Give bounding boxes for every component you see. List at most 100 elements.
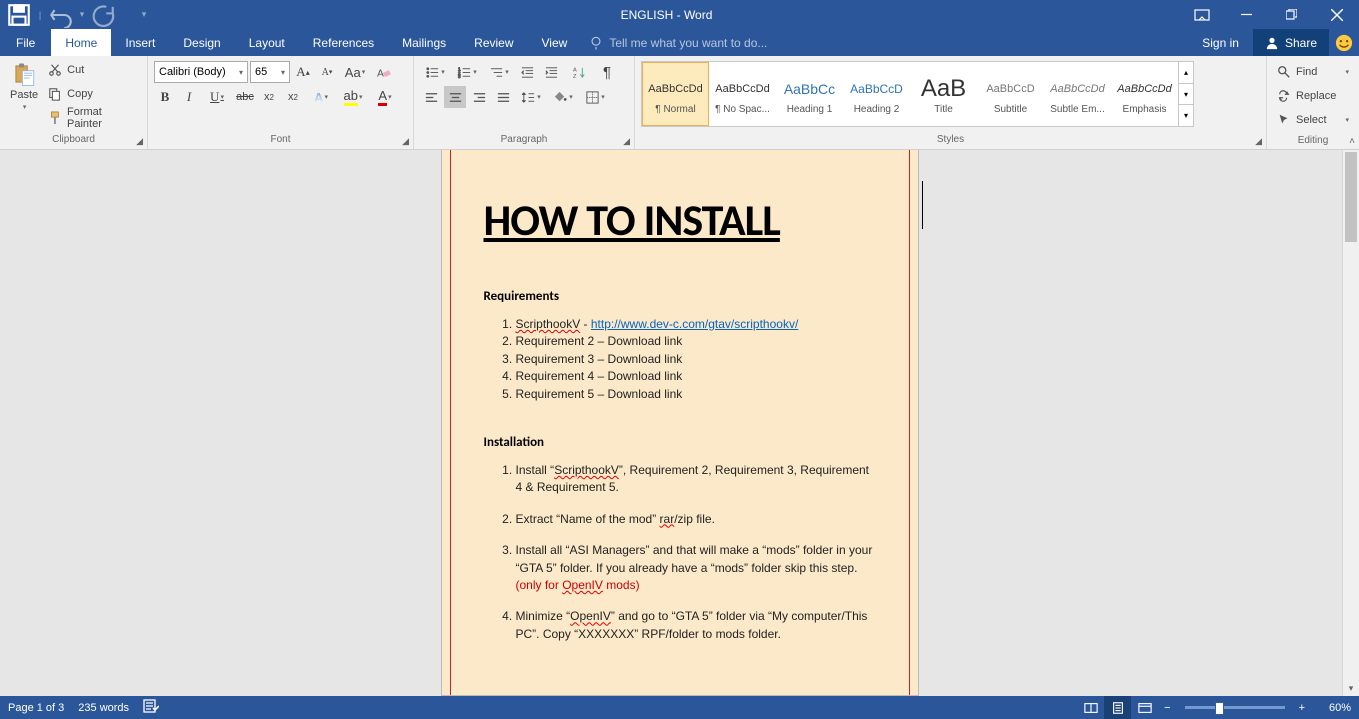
sort-button[interactable]: AZ	[564, 61, 594, 83]
read-mode-button[interactable]	[1077, 696, 1104, 719]
zoom-out-button[interactable]: −	[1158, 702, 1176, 714]
doc-title: HOW TO INSTALL	[484, 193, 876, 247]
multilevel-button[interactable]: ▾	[484, 61, 514, 83]
shrink-font-button[interactable]: A▾	[316, 61, 338, 83]
copy-button[interactable]: Copy	[44, 83, 143, 105]
styles-scroll[interactable]: ▴▾▾	[1179, 61, 1194, 127]
show-marks-button[interactable]: ¶	[596, 61, 618, 83]
shading-button[interactable]: ▾	[548, 86, 578, 108]
zoom-in-button[interactable]: +	[1293, 702, 1311, 714]
qat-customize[interactable]: ▾	[140, 9, 148, 20]
find-button[interactable]: Find▾	[1273, 61, 1353, 83]
text-effects-button[interactable]: A▾	[306, 86, 336, 108]
tab-review[interactable]: Review	[460, 29, 527, 56]
style-heading-2[interactable]: AaBbCcDHeading 2	[843, 62, 910, 126]
paragraph-launcher[interactable]: ◢	[621, 136, 632, 147]
tab-home[interactable]: Home	[51, 29, 111, 56]
select-button[interactable]: Select▾	[1273, 109, 1353, 131]
font-group-label: Font	[152, 132, 409, 148]
grow-font-button[interactable]: A▴	[292, 61, 314, 83]
justify-button[interactable]	[492, 86, 514, 108]
font-name-value: Calibri (Body)	[159, 66, 226, 78]
tab-file[interactable]: File	[0, 29, 51, 56]
font-color-button[interactable]: A▾	[370, 86, 400, 108]
list-item: Install “ScripthookV”, Requirement 2, Re…	[516, 462, 876, 497]
installation-heading: Installation	[484, 435, 876, 450]
style-subtitle[interactable]: AaBbCcDSubtitle	[977, 62, 1044, 126]
strikethrough-button[interactable]: abc	[234, 86, 256, 108]
zoom-level[interactable]: 60%	[1311, 702, 1351, 714]
change-case-button[interactable]: Aa▾	[340, 61, 370, 83]
increase-indent-button[interactable]	[540, 61, 562, 83]
page-indicator[interactable]: Page 1 of 3	[8, 702, 64, 714]
font-size-combo[interactable]: 65▾	[250, 61, 290, 83]
scroll-down-icon[interactable]: ▾	[1343, 680, 1359, 696]
font-name-combo[interactable]: Calibri (Body)▾	[154, 61, 248, 83]
minimize-button[interactable]	[1224, 0, 1269, 29]
list-item: Extract “Name of the mod” rar/zip file.	[516, 511, 876, 528]
save-button[interactable]	[6, 2, 32, 28]
style-title[interactable]: AaBTitle	[910, 62, 977, 126]
tab-layout[interactable]: Layout	[235, 29, 299, 56]
line-spacing-button[interactable]: ▾	[516, 86, 546, 108]
style--no-spac-[interactable]: AaBbCcDd¶ No Spac...	[709, 62, 776, 126]
replace-button[interactable]: Replace	[1273, 85, 1353, 107]
undo-dropdown[interactable]: ▾	[78, 9, 86, 20]
collapse-ribbon-button[interactable]: ˄	[1349, 136, 1355, 147]
link[interactable]: http://www.dev-c.com/gtav/scripthookv/	[591, 317, 798, 331]
numbering-button[interactable]: 123▾	[452, 61, 482, 83]
tab-design[interactable]: Design	[169, 29, 234, 56]
font-launcher[interactable]: ◢	[400, 136, 411, 147]
zoom-slider[interactable]	[1185, 706, 1285, 709]
list-item: Requirement 4 – Download link	[516, 368, 876, 385]
vertical-scrollbar[interactable]: ▴ ▾	[1342, 150, 1359, 696]
align-center-button[interactable]	[444, 86, 466, 108]
bullets-button[interactable]: ▾	[420, 61, 450, 83]
superscript-button[interactable]: x2	[282, 86, 304, 108]
tell-me-box[interactable]: Tell me what you want to do...	[581, 29, 1188, 56]
italic-button[interactable]: I	[178, 86, 200, 108]
list-item: Requirement 3 – Download link	[516, 351, 876, 368]
maximize-button[interactable]	[1269, 0, 1314, 29]
borders-button[interactable]: ▾	[580, 86, 610, 108]
cut-button[interactable]: Cut	[44, 59, 143, 81]
redo-button[interactable]	[90, 2, 116, 28]
close-button[interactable]	[1314, 0, 1359, 29]
spellcheck-icon[interactable]	[143, 699, 159, 716]
undo-button[interactable]	[48, 2, 74, 28]
tab-references[interactable]: References	[299, 29, 388, 56]
paste-button[interactable]: Paste ▾	[4, 59, 44, 113]
status-bar: Page 1 of 3 235 words − + 60%	[0, 696, 1359, 719]
share-button[interactable]: Share	[1253, 29, 1329, 56]
document-area[interactable]: HOW TO INSTALL Requirements ScripthookV …	[0, 150, 1359, 696]
align-right-button[interactable]	[468, 86, 490, 108]
paste-dropdown-icon[interactable]: ▾	[23, 103, 27, 111]
styles-launcher[interactable]: ◢	[1253, 136, 1264, 147]
window-title: ENGLISH - Word	[154, 8, 1179, 22]
tab-view[interactable]: View	[528, 29, 582, 56]
word-count[interactable]: 235 words	[78, 702, 129, 714]
clipboard-launcher[interactable]: ◢	[134, 136, 145, 147]
ribbon-options-button[interactable]	[1179, 0, 1224, 29]
align-left-button[interactable]	[420, 86, 442, 108]
decrease-indent-button[interactable]	[516, 61, 538, 83]
style-subtle-em-[interactable]: AaBbCcDdSubtle Em...	[1044, 62, 1111, 126]
style-emphasis[interactable]: AaBbCcDdEmphasis	[1111, 62, 1178, 126]
clear-format-button[interactable]: A	[372, 61, 394, 83]
print-layout-button[interactable]	[1104, 696, 1131, 719]
highlight-button[interactable]: ab▾	[338, 86, 368, 108]
underline-button[interactable]: U▾	[202, 86, 232, 108]
installation-list: Install “ScripthookV”, Requirement 2, Re…	[484, 462, 876, 643]
tab-insert[interactable]: Insert	[111, 29, 169, 56]
tab-mailings[interactable]: Mailings	[388, 29, 460, 56]
bold-button[interactable]: B	[154, 86, 176, 108]
requirements-list: ScripthookV - http://www.dev-c.com/gtav/…	[484, 316, 876, 403]
format-painter-button[interactable]: Format Painter	[44, 107, 143, 129]
web-layout-button[interactable]	[1131, 696, 1158, 719]
scroll-thumb[interactable]	[1345, 152, 1357, 242]
signin-link[interactable]: Sign in	[1188, 29, 1253, 56]
feedback-emoji-icon[interactable]	[1329, 29, 1359, 56]
style-heading-1[interactable]: AaBbCcHeading 1	[776, 62, 843, 126]
subscript-button[interactable]: x2	[258, 86, 280, 108]
style--normal[interactable]: AaBbCcDd¶ Normal	[642, 62, 709, 126]
